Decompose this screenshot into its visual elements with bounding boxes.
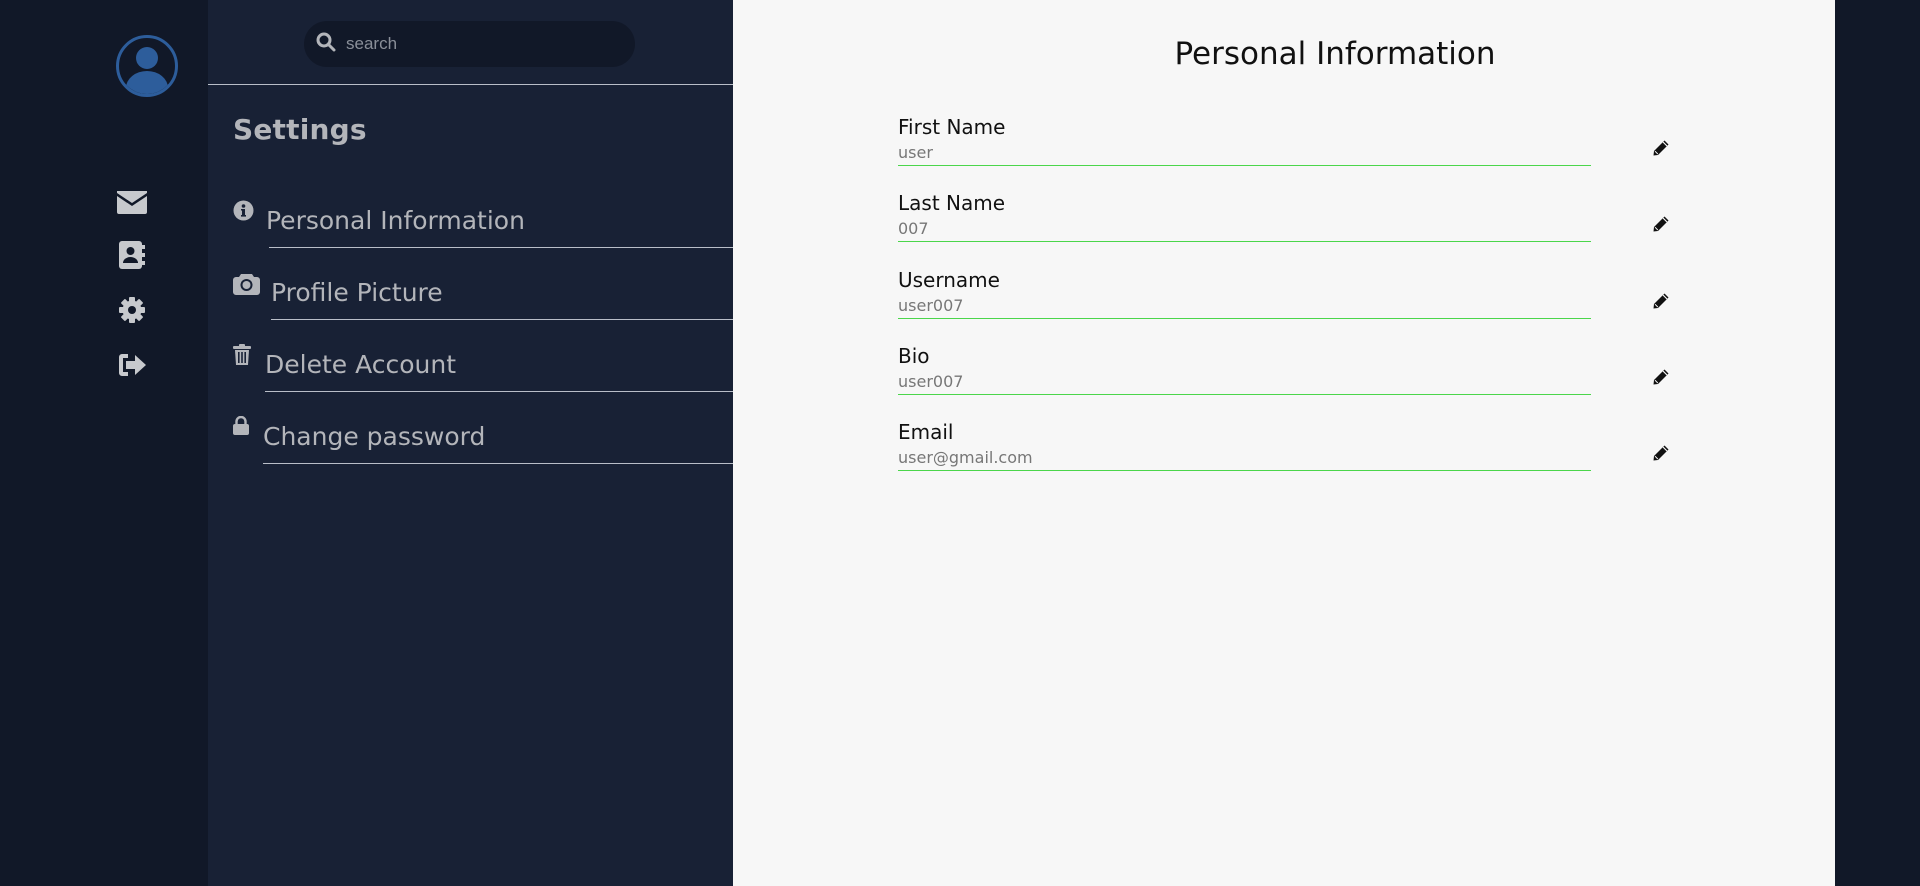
search-icon	[316, 32, 336, 56]
menu-item-label: Profile Picture	[271, 278, 443, 307]
trash-icon	[233, 344, 251, 370]
edit-last-name-button[interactable]	[1650, 215, 1672, 237]
logout-icon[interactable]	[116, 350, 148, 380]
search-input[interactable]	[346, 34, 606, 54]
email-input[interactable]	[898, 444, 1591, 471]
search-bar[interactable]	[304, 21, 635, 67]
info-icon	[233, 200, 254, 225]
field-email: Email	[898, 420, 1591, 490]
edit-first-name-button[interactable]	[1650, 139, 1672, 161]
divider	[208, 84, 733, 85]
gear-icon[interactable]	[116, 295, 148, 325]
menu-item-label: Change password	[263, 422, 486, 451]
right-margin	[1835, 0, 1920, 886]
bio-input[interactable]	[898, 368, 1591, 395]
edit-username-button[interactable]	[1650, 292, 1672, 314]
first-name-input[interactable]	[898, 139, 1591, 166]
divider	[269, 247, 735, 248]
settings-title: Settings	[233, 113, 367, 146]
field-label: Username	[898, 268, 1000, 292]
pencil-icon	[1652, 368, 1670, 390]
pencil-icon	[1652, 215, 1670, 237]
main-content: Personal Information First Name Last Nam…	[733, 0, 1835, 886]
pencil-icon	[1652, 444, 1670, 466]
menu-item-label: Personal Information	[266, 206, 525, 235]
lock-icon	[233, 415, 249, 440]
mail-icon[interactable]	[116, 186, 148, 216]
icon-rail	[0, 0, 208, 886]
field-label: Email	[898, 420, 954, 444]
menu-item-label: Delete Account	[265, 350, 457, 379]
field-label: First Name	[898, 115, 1006, 139]
divider	[265, 391, 735, 392]
camera-icon	[233, 272, 260, 299]
field-first-name: First Name	[898, 115, 1591, 185]
contacts-icon[interactable]	[116, 240, 148, 270]
field-username: Username	[898, 268, 1591, 338]
field-label: Last Name	[898, 191, 1006, 215]
pencil-icon	[1652, 292, 1670, 314]
last-name-input[interactable]	[898, 215, 1591, 242]
divider	[263, 463, 735, 464]
divider	[271, 319, 735, 320]
field-bio: Bio	[898, 344, 1591, 414]
field-last-name: Last Name	[898, 191, 1591, 261]
settings-panel: Settings Personal Information Profile Pi…	[208, 0, 735, 886]
edit-email-button[interactable]	[1650, 444, 1672, 466]
pencil-icon	[1652, 139, 1670, 161]
username-input[interactable]	[898, 292, 1591, 319]
field-label: Bio	[898, 344, 930, 368]
page-title: Personal Information	[1174, 36, 1496, 72]
avatar-icon[interactable]	[116, 35, 178, 97]
edit-bio-button[interactable]	[1650, 368, 1672, 390]
